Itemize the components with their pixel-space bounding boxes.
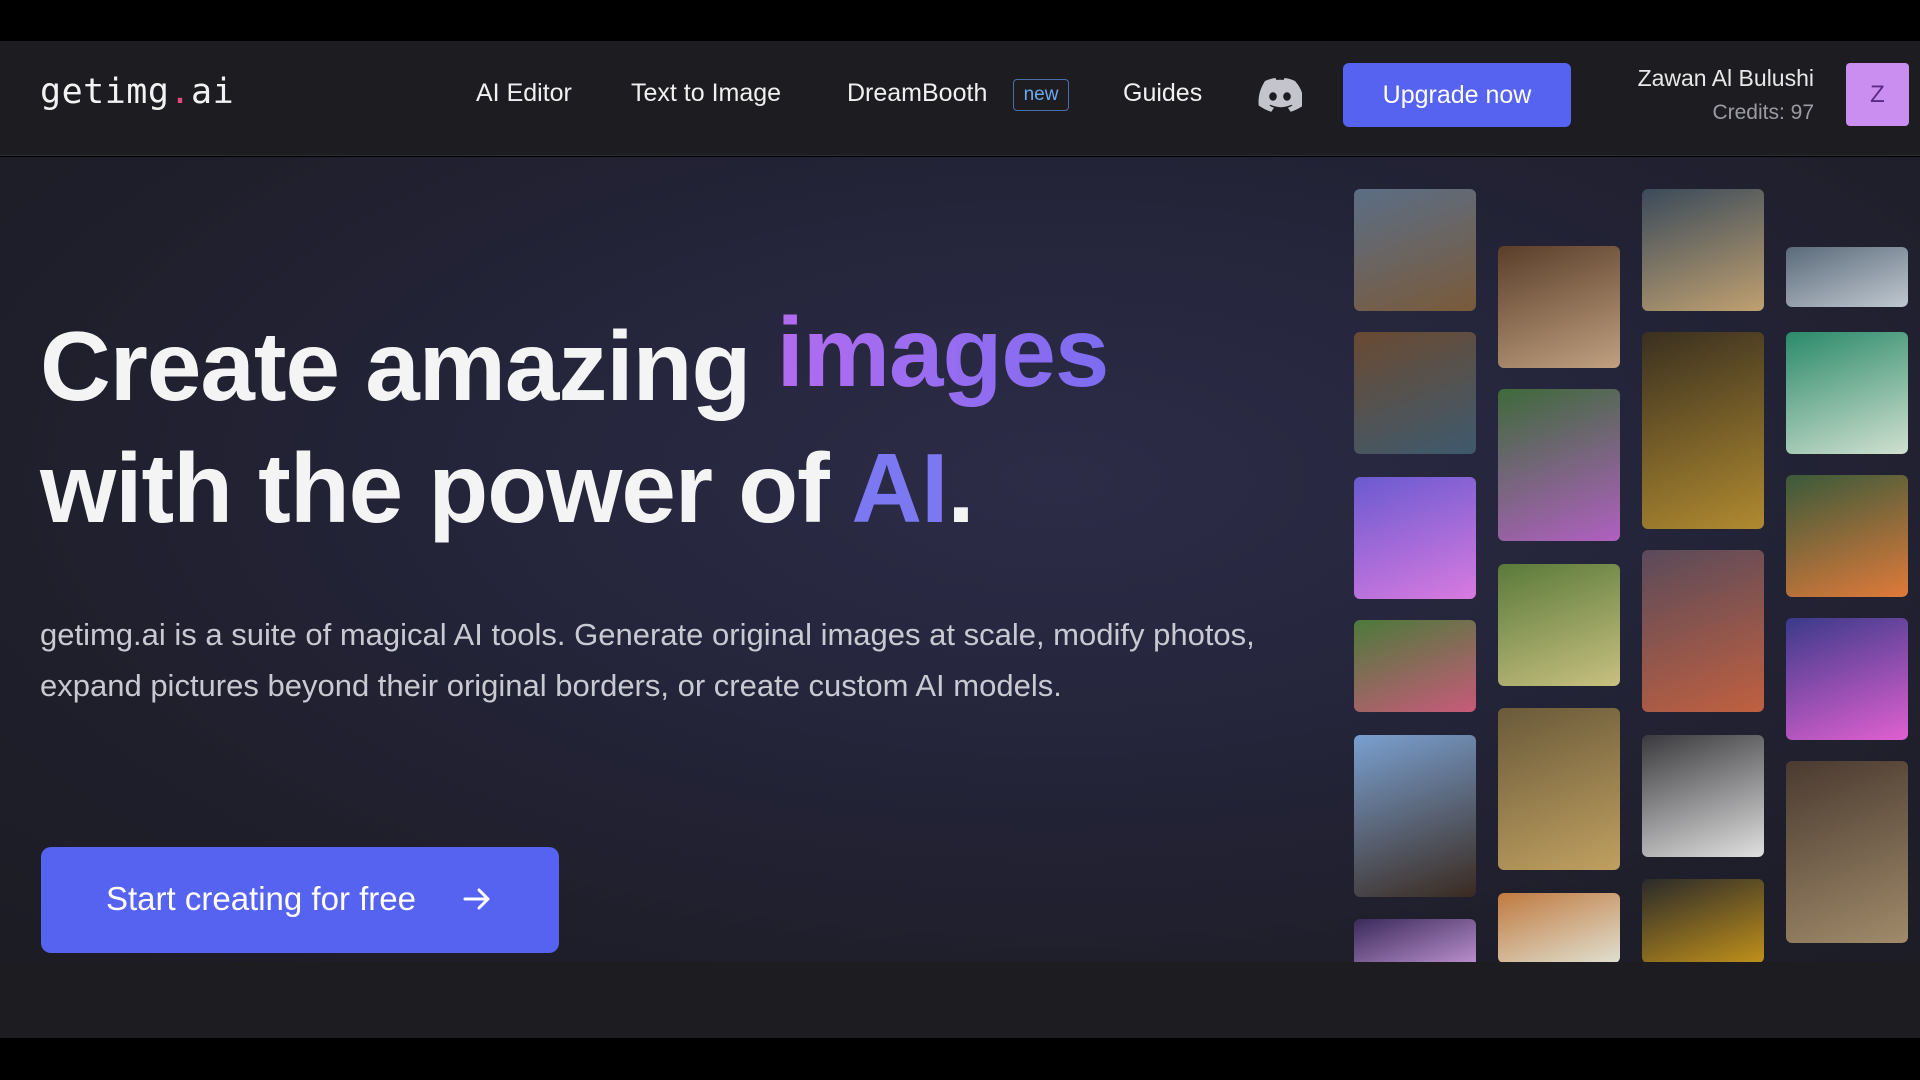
horse-rider-tile: [1354, 735, 1476, 897]
green-hair-girl-tile: [1786, 332, 1908, 454]
screen-frame: getimg.ai AI Editor Text to Image DreamB…: [0, 0, 1920, 1080]
bedroom-forest-view-tile: [1354, 332, 1476, 454]
rose-garden-tile: [1354, 620, 1476, 712]
upgrade-button[interactable]: Upgrade now: [1343, 63, 1571, 127]
glowing-sneaker-tile: [1642, 735, 1764, 857]
nav-dreambooth[interactable]: DreamBooth: [847, 79, 987, 108]
logo-dot: .: [169, 72, 192, 112]
logo-text-main: getimg: [40, 72, 170, 112]
portrait-man-coat-tile: [1354, 189, 1476, 311]
headline-text-1: Create amazing: [40, 311, 777, 421]
nav-ai-editor[interactable]: AI Editor: [476, 79, 572, 108]
letterbox-top: [0, 0, 1920, 41]
mushroom-forest-tile: [1642, 550, 1764, 712]
new-badge: new: [1013, 79, 1069, 111]
hero-description: getimg.ai is a suite of magical AI tools…: [40, 617, 1255, 703]
armored-elder-tile: [1786, 761, 1908, 943]
golden-skull-tile: [1642, 332, 1764, 529]
curly-hair-man-tile: [1498, 246, 1620, 368]
nav-guides[interactable]: Guides: [1123, 79, 1202, 108]
start-creating-button[interactable]: Start creating for free: [41, 847, 559, 953]
headline-period: .: [947, 433, 974, 543]
cathedral-arches-tile: [1498, 893, 1620, 962]
user-name[interactable]: Zawan Al Bulushi: [1638, 65, 1814, 92]
flower-goddess-tile: [1498, 389, 1620, 541]
koi-pond-tile: [1786, 475, 1908, 597]
hero-section: Create amazing images with the power of …: [0, 157, 1920, 962]
page-bottom-band: [0, 962, 1920, 1038]
clouds-sky-tile: [1786, 247, 1908, 307]
avatar[interactable]: Z: [1846, 63, 1909, 126]
nav-text-to-image[interactable]: Text to Image: [631, 79, 781, 108]
purple-moon-tile: [1354, 919, 1476, 962]
stormy-sea-tile: [1642, 189, 1764, 311]
image-gallery: [1354, 157, 1920, 962]
hero-headline: Create amazing images with the power of …: [40, 297, 1109, 549]
logo-text-tail: ai: [191, 72, 235, 112]
arrow-right-icon: [463, 888, 490, 910]
discord-icon[interactable]: [1258, 77, 1302, 113]
headline-highlight-images: images: [776, 297, 1110, 407]
stone-pyramid-tile: [1498, 708, 1620, 870]
neon-hamster-tile: [1786, 618, 1908, 740]
site-header: getimg.ai AI Editor Text to Image DreamB…: [0, 41, 1920, 156]
credits-count: Credits: 97: [1712, 101, 1814, 124]
fluffy-cat-tile: [1354, 477, 1476, 599]
golden-mushroom-tile: [1642, 879, 1764, 962]
site-logo[interactable]: getimg.ai: [40, 72, 234, 112]
letterbox-bottom: [0, 1038, 1920, 1080]
tree-meadow-tile: [1498, 564, 1620, 686]
cta-label: Start creating for free: [106, 880, 416, 917]
headline-highlight-ai: AI: [851, 433, 948, 543]
headline-text-2: with the power of: [40, 433, 852, 543]
